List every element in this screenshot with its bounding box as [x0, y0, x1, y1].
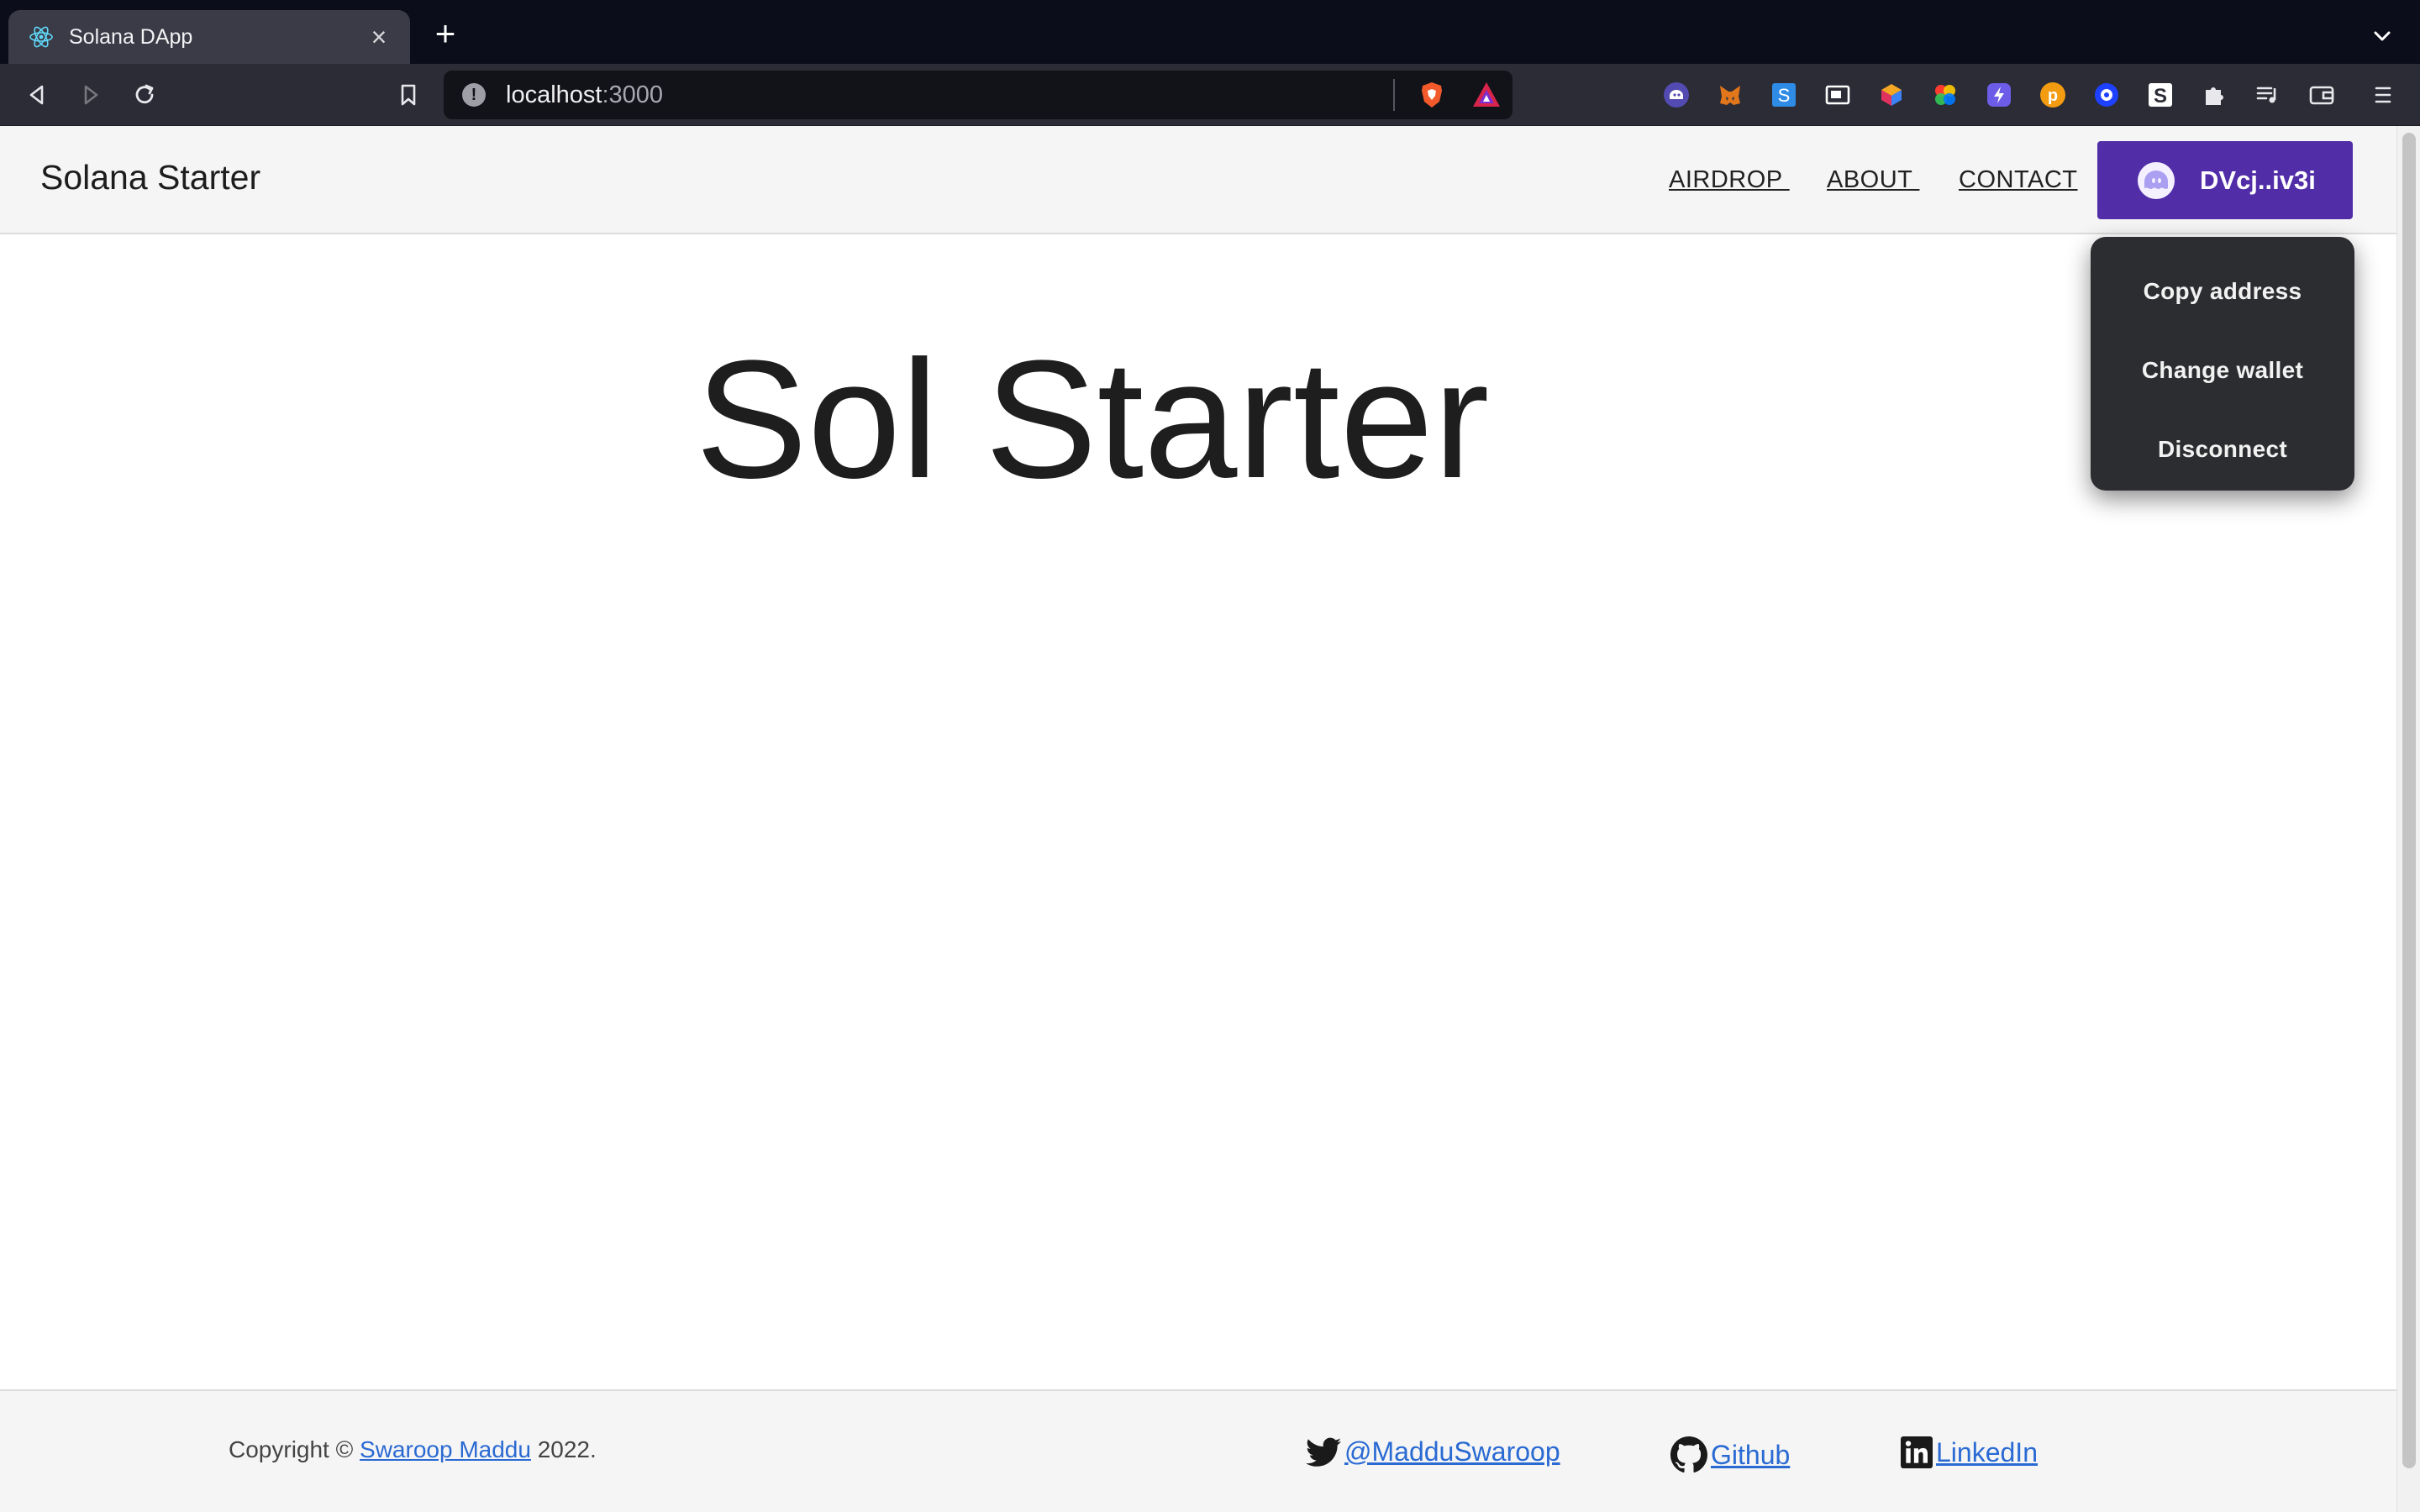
- metamask-icon: [1720, 86, 1740, 105]
- site-footer: Copyright © Swaroop Maddu 2022. @MadduSw…: [0, 1389, 2396, 1512]
- url-port: :3000: [602, 81, 664, 108]
- bolt-extension[interactable]: [1984, 80, 2014, 110]
- stylus-extension[interactable]: S: [2145, 80, 2175, 110]
- close-tab-icon[interactable]: ×: [365, 24, 393, 50]
- web-page: Solana Starter AIRDROP ABOUT CONTACT DVc…: [0, 126, 2396, 1512]
- p-circle-icon: p: [2040, 82, 2065, 108]
- browser-menu-button[interactable]: [2368, 80, 2398, 110]
- hamburger-icon: [2375, 87, 2391, 103]
- url-divider: [1393, 79, 1395, 111]
- lightning-icon: [1987, 83, 2011, 107]
- site-brand[interactable]: Solana Starter: [40, 158, 260, 197]
- nav-contact-link[interactable]: CONTACT: [1959, 166, 2078, 194]
- tab-title: Solana DApp: [69, 24, 193, 49]
- puzzle-icon: [2206, 87, 2223, 105]
- nav-airdrop-link[interactable]: AIRDROP: [1669, 166, 1790, 194]
- reload-icon: [135, 84, 154, 104]
- reload-button[interactable]: [126, 76, 163, 113]
- hero-title: Sol Starter: [695, 326, 1490, 513]
- svg-text:S: S: [1778, 85, 1791, 106]
- site-header: Solana Starter AIRDROP ABOUT CONTACT DVc…: [0, 126, 2396, 234]
- github-label[interactable]: Github: [1711, 1440, 1790, 1471]
- brave-rewards-icon[interactable]: [1470, 80, 1502, 110]
- forward-icon: [84, 85, 98, 105]
- playlist-icon: [2256, 87, 2276, 103]
- copy-address-menu-item[interactable]: Copy address: [2091, 252, 2354, 331]
- media-button[interactable]: [2253, 80, 2283, 110]
- bookmark-icon: [401, 84, 416, 106]
- linkedin-label[interactable]: LinkedIn: [1936, 1437, 2038, 1468]
- copyright-suffix: 2022.: [530, 1436, 597, 1462]
- address-bar[interactable]: ! localhost:3000: [444, 71, 1512, 119]
- back-icon: [29, 85, 44, 105]
- new-tab-button[interactable]: +: [429, 16, 462, 51]
- wallet-button[interactable]: [2307, 80, 2337, 110]
- color-wheel-icon: [1935, 85, 1955, 105]
- copyright-prefix: Copyright ©: [229, 1436, 360, 1462]
- extensions-button[interactable]: [2199, 80, 2229, 110]
- svg-text:S: S: [2154, 85, 2167, 108]
- target-extension[interactable]: [2091, 80, 2122, 110]
- phantom-extension[interactable]: [1661, 80, 1691, 110]
- cube-extension[interactable]: [1876, 80, 1907, 110]
- react-icon: [29, 26, 53, 48]
- linkedin-icon: [1901, 1436, 1933, 1468]
- p-extension[interactable]: p: [2038, 80, 2068, 110]
- page-scrollbar[interactable]: [2396, 126, 2420, 1512]
- browser-toolbar: ! localhost:3000 S p S: [0, 64, 2420, 126]
- back-button[interactable]: [18, 76, 55, 113]
- github-icon: [1670, 1436, 1707, 1473]
- s-logo-icon: S: [2149, 83, 2172, 108]
- linkedin-link[interactable]: LinkedIn: [1901, 1436, 2038, 1468]
- brave-shield-icon[interactable]: [1417, 80, 1447, 110]
- pip-extension[interactable]: [1823, 80, 1853, 110]
- phantom-avatar-icon: [2138, 161, 2175, 199]
- picture-in-picture-icon: [1825, 85, 1850, 105]
- forward-button[interactable]: [72, 76, 109, 113]
- s-square-icon: S: [1772, 83, 1796, 107]
- twitter-handle[interactable]: @MadduSwaroop: [1344, 1436, 1560, 1467]
- phantom-icon: [1664, 82, 1689, 108]
- github-link[interactable]: Github: [1670, 1436, 1790, 1473]
- metamask-extension[interactable]: [1715, 80, 1745, 110]
- target-icon: [2095, 83, 2118, 107]
- twitter-icon: [1306, 1437, 1341, 1467]
- site-info-icon[interactable]: !: [462, 83, 486, 107]
- author-link[interactable]: Swaroop Maddu: [360, 1436, 531, 1462]
- url-host: localhost: [506, 81, 602, 108]
- browser-tab[interactable]: Solana DApp ×: [8, 10, 410, 64]
- bookmark-button[interactable]: [390, 76, 427, 113]
- s-extension[interactable]: S: [1769, 80, 1799, 110]
- scrollbar-thumb[interactable]: [2402, 133, 2416, 1468]
- wallet-connect-button[interactable]: DVcj..iv3i: [2097, 141, 2353, 219]
- twitter-link[interactable]: @MadduSwaroop: [1306, 1436, 1560, 1467]
- svg-text:p: p: [2048, 87, 2058, 105]
- copyright-text: Copyright © Swaroop Maddu 2022.: [229, 1436, 597, 1463]
- wallet-address-label: DVcj..iv3i: [2200, 165, 2316, 195]
- colorful-cube-icon: [1881, 84, 1902, 106]
- nav-about-link[interactable]: ABOUT: [1827, 166, 1919, 194]
- chevron-down-icon[interactable]: [2368, 22, 2396, 50]
- wallet-icon: [2309, 86, 2334, 105]
- color-wheel-extension[interactable]: [1930, 80, 1960, 110]
- browser-tab-strip: Solana DApp × +: [0, 0, 2420, 64]
